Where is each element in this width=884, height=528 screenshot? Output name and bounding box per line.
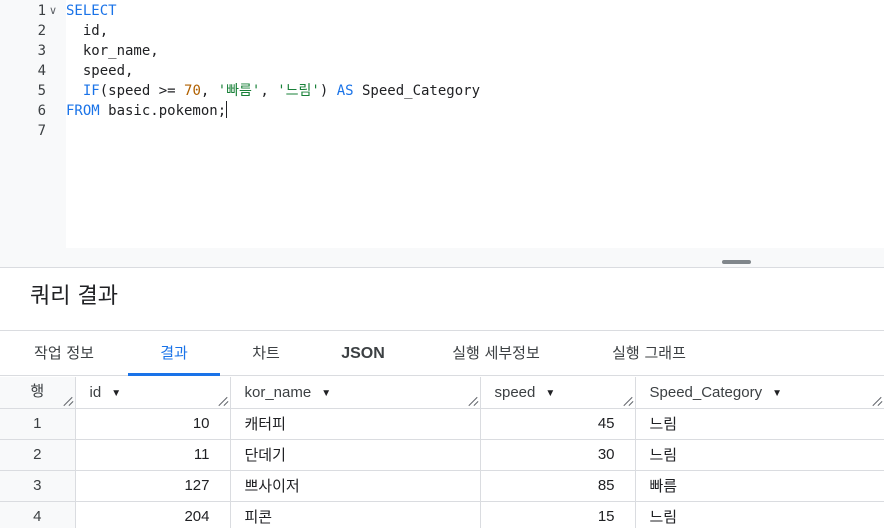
column-resize-grip-icon[interactable] [872,396,882,406]
kor-name-cell[interactable]: 캐터피 [230,408,481,440]
code-token: (speed >= [99,83,185,99]
code-token: AS [336,83,354,99]
code-line[interactable]: SELECT [66,1,117,21]
id-cell[interactable]: 10 [75,408,231,440]
code-token: , [260,83,278,99]
code-line[interactable]: id, [66,21,108,41]
kor-name-cell[interactable]: 쁘사이저 [230,470,481,502]
code-token: SELECT [66,3,117,19]
code-area[interactable]: SELECT id, kor_name, speed, IF(speed >= … [66,0,884,248]
line-number: 6 [37,103,46,119]
line-number: 4 [37,63,46,79]
tab-chart[interactable]: 차트 [220,331,312,376]
column-resize-grip-icon[interactable] [63,396,73,406]
table-header-row: 행 id ▼ kor_name ▼ speed ▼ Speed_Category ▼ [0,377,884,409]
editor-footer [0,248,884,268]
speed-category-cell[interactable]: 느림 [635,408,884,440]
results-table: 행 id ▼ kor_name ▼ speed ▼ Speed_Category ▼ 1… [0,377,884,528]
sql-editor[interactable]: 1 ∨ 2 3 4 5 6 7 SELECT id, kor_name, speed, IF(… [0,0,884,268]
speed-cell[interactable]: 30 [480,439,636,471]
column-header-speed[interactable]: speed ▼ [480,377,636,409]
code-token: '느림' [277,83,320,99]
sort-down-icon[interactable]: ▼ [545,388,555,399]
panel-resize-handle[interactable] [722,260,751,264]
code-line[interactable]: speed, [66,61,134,81]
sort-down-icon[interactable]: ▼ [321,388,331,399]
code-token: id, [66,23,109,39]
results-tabbar: 작업 정보 결과 차트 JSON 실행 세부정보 실행 그래프 [0,330,884,376]
line-number: 7 [37,123,46,139]
tab-execution-details[interactable]: 실행 세부정보 [414,331,578,376]
column-header-speed-category[interactable]: Speed_Category ▼ [635,377,884,409]
code-token: FROM [66,103,100,119]
column-resize-grip-icon[interactable] [218,396,228,406]
row-number-cell: 1 [0,408,76,440]
column-header-kor-name[interactable]: kor_name ▼ [230,377,481,409]
code-token: IF [82,83,100,99]
tab-json[interactable]: JSON [312,331,414,376]
kor-name-cell[interactable]: 단데기 [230,439,481,471]
table-row[interactable]: 3 127 쁘사이저 85 빠름 [0,470,884,502]
row-number-cell: 3 [0,470,76,502]
speed-category-cell[interactable]: 느림 [635,501,884,528]
table-row[interactable]: 1 10 캐터피 45 느림 [0,408,884,440]
line-number: 5 [37,83,46,99]
code-token: basic.pokemon; [99,103,227,119]
tab-execution-graph[interactable]: 실행 그래프 [578,331,720,376]
tab-job-info[interactable]: 작업 정보 [0,331,128,376]
id-cell[interactable]: 11 [75,439,231,471]
speed-category-cell[interactable]: 느림 [635,439,884,471]
kor-name-cell[interactable]: 피콘 [230,501,481,528]
row-number-cell: 4 [0,501,76,528]
code-token: 70 [184,83,201,99]
text-cursor [226,101,228,118]
results-title: 쿼리 결과 [30,284,118,309]
line-number: 3 [37,43,46,59]
sort-down-icon[interactable]: ▼ [111,388,121,399]
code-line[interactable]: FROM basic.pokemon; [66,101,228,121]
line-number: 1 [37,3,46,19]
speed-category-cell[interactable]: 빠름 [635,470,884,502]
row-number-cell: 2 [0,439,76,471]
column-header-id[interactable]: id ▼ [75,377,231,409]
id-cell[interactable]: 127 [75,470,231,502]
speed-cell[interactable]: 45 [480,408,636,440]
column-resize-grip-icon[interactable] [468,396,478,406]
speed-cell[interactable]: 15 [480,501,636,528]
code-token: speed, [66,63,134,79]
row-number-header: 행 [0,377,76,409]
line-number: 2 [37,23,46,39]
code-line[interactable]: IF(speed >= 70, '빠름', '느림') AS Speed_Cat… [66,81,480,101]
table-row[interactable]: 2 11 단데기 30 느림 [0,439,884,471]
code-token: '빠름' [217,83,261,99]
code-line[interactable]: kor_name, [66,41,159,61]
chevron-down-icon[interactable]: ∨ [49,5,63,17]
tab-results[interactable]: 결과 [128,331,220,376]
id-cell[interactable]: 204 [75,501,231,528]
column-resize-grip-icon[interactable] [623,396,633,406]
code-token: Speed_Category [353,83,480,99]
code-token: ) [319,83,337,99]
sort-down-icon[interactable]: ▼ [772,388,782,399]
line-number-gutter: 1 ∨ 2 3 4 5 6 7 [0,0,66,248]
code-token: , [200,83,218,99]
active-tab-indicator [128,373,220,376]
table-row[interactable]: 4 204 피콘 15 느림 [0,501,884,528]
code-token: kor_name, [66,43,159,59]
speed-cell[interactable]: 85 [480,470,636,502]
